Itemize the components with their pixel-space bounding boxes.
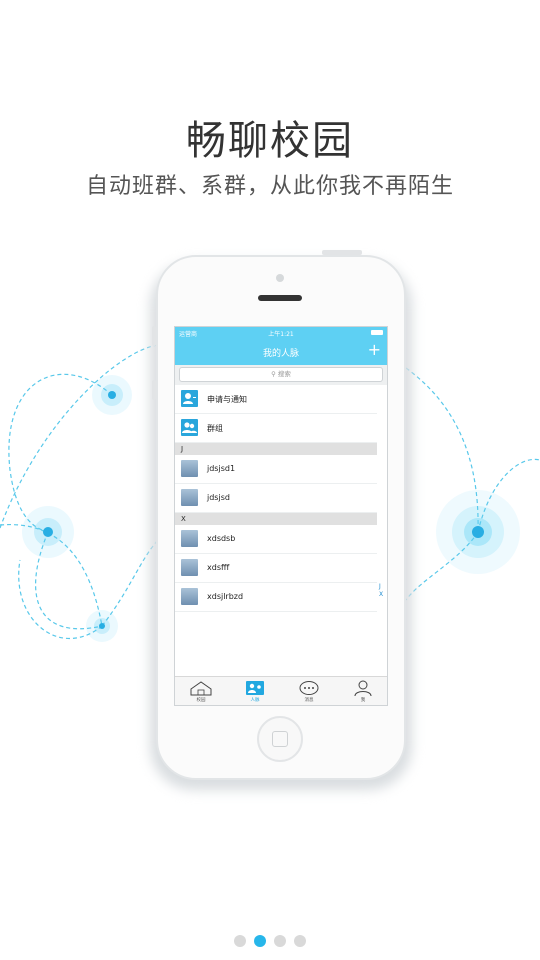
- clock: 上午1:21: [268, 331, 294, 338]
- home-button[interactable]: [257, 716, 303, 762]
- avatar: [181, 489, 198, 506]
- page-dot[interactable]: [274, 935, 286, 947]
- list-item-groups[interactable]: 群组: [175, 414, 377, 443]
- battery-icon: [371, 330, 383, 335]
- contact-row[interactable]: jdsjsd: [175, 484, 377, 513]
- search-icon: ⚲: [271, 370, 276, 378]
- section-header: J: [175, 443, 377, 455]
- search-bar: ⚲ 搜索: [175, 365, 387, 385]
- contact-name: jdsjsd: [207, 493, 230, 502]
- message-icon: [289, 679, 329, 697]
- contact-name: xdsjlrbzd: [207, 592, 244, 601]
- tab-contacts[interactable]: 人脉: [235, 679, 275, 703]
- contact-row[interactable]: xdsjlrbzd: [175, 583, 377, 612]
- plus-icon[interactable]: +: [368, 341, 381, 359]
- status-bar: 运营商 上午1:21: [175, 327, 387, 339]
- campus-icon: [181, 679, 221, 697]
- contacts-icon: [235, 679, 275, 697]
- tab-label: 消息: [304, 698, 314, 703]
- subheadline: 自动班群、系群，从此你我不再陌生: [85, 174, 454, 199]
- page-dot[interactable]: [234, 935, 246, 947]
- contact-row[interactable]: xdsfff: [175, 554, 377, 583]
- onboarding-page: 畅聊校园 自动班群、系群，从此你我不再陌生 运营商 上午1:21 我的人脉 + …: [0, 0, 540, 960]
- app-screen: 运营商 上午1:21 我的人脉 + ⚲ 搜索 申请与通知 群组 J jdsjsd…: [174, 326, 388, 706]
- contact-name: jdsjsd1: [207, 464, 236, 473]
- list-item-notifications[interactable]: 申请与通知: [175, 385, 377, 414]
- user-notify-icon: [181, 390, 198, 407]
- page-dot[interactable]: [294, 935, 306, 947]
- section-header: X: [175, 513, 377, 525]
- headline: 畅聊校园: [186, 118, 354, 164]
- contact-row[interactable]: xdsdsb: [175, 525, 377, 554]
- tab-bar: 校园 人脉 消息 我: [175, 676, 387, 705]
- tab-campus[interactable]: 校园: [181, 679, 221, 703]
- avatar: [181, 530, 198, 547]
- list-item-label: 申请与通知: [207, 395, 247, 404]
- avatar: [181, 588, 198, 605]
- tab-label: 人脉: [250, 698, 260, 703]
- contact-name: xdsfff: [207, 563, 230, 572]
- phone-camera: [276, 274, 284, 282]
- index-letter[interactable]: X: [379, 591, 385, 599]
- nav-title: 我的人脉: [262, 349, 299, 359]
- search-placeholder: 搜索: [277, 370, 291, 378]
- contact-row[interactable]: jdsjsd1: [175, 455, 377, 484]
- tab-label: 我: [360, 698, 366, 703]
- page-dot-active[interactable]: [254, 935, 266, 947]
- page-indicator: [0, 932, 540, 951]
- contact-name: xdsdsb: [207, 534, 236, 543]
- phone-speaker: [258, 295, 302, 301]
- avatar: [181, 559, 198, 576]
- search-input[interactable]: ⚲ 搜索: [179, 367, 383, 382]
- section-index-bar[interactable]: J X: [379, 583, 385, 599]
- group-icon: [181, 419, 198, 436]
- list-item-label: 群组: [207, 424, 223, 433]
- tab-profile[interactable]: 我: [343, 679, 383, 703]
- index-letter[interactable]: J: [379, 583, 385, 591]
- nav-bar: 我的人脉 +: [175, 339, 387, 365]
- contacts-list: 申请与通知 群组 J jdsjsd1 jdsjsd X xdsdsb xdsff…: [175, 385, 387, 612]
- profile-icon: [343, 679, 383, 697]
- tab-label: 校园: [196, 698, 206, 703]
- home-button-icon: [272, 731, 288, 747]
- tab-messages[interactable]: 消息: [289, 679, 329, 703]
- avatar: [181, 460, 198, 477]
